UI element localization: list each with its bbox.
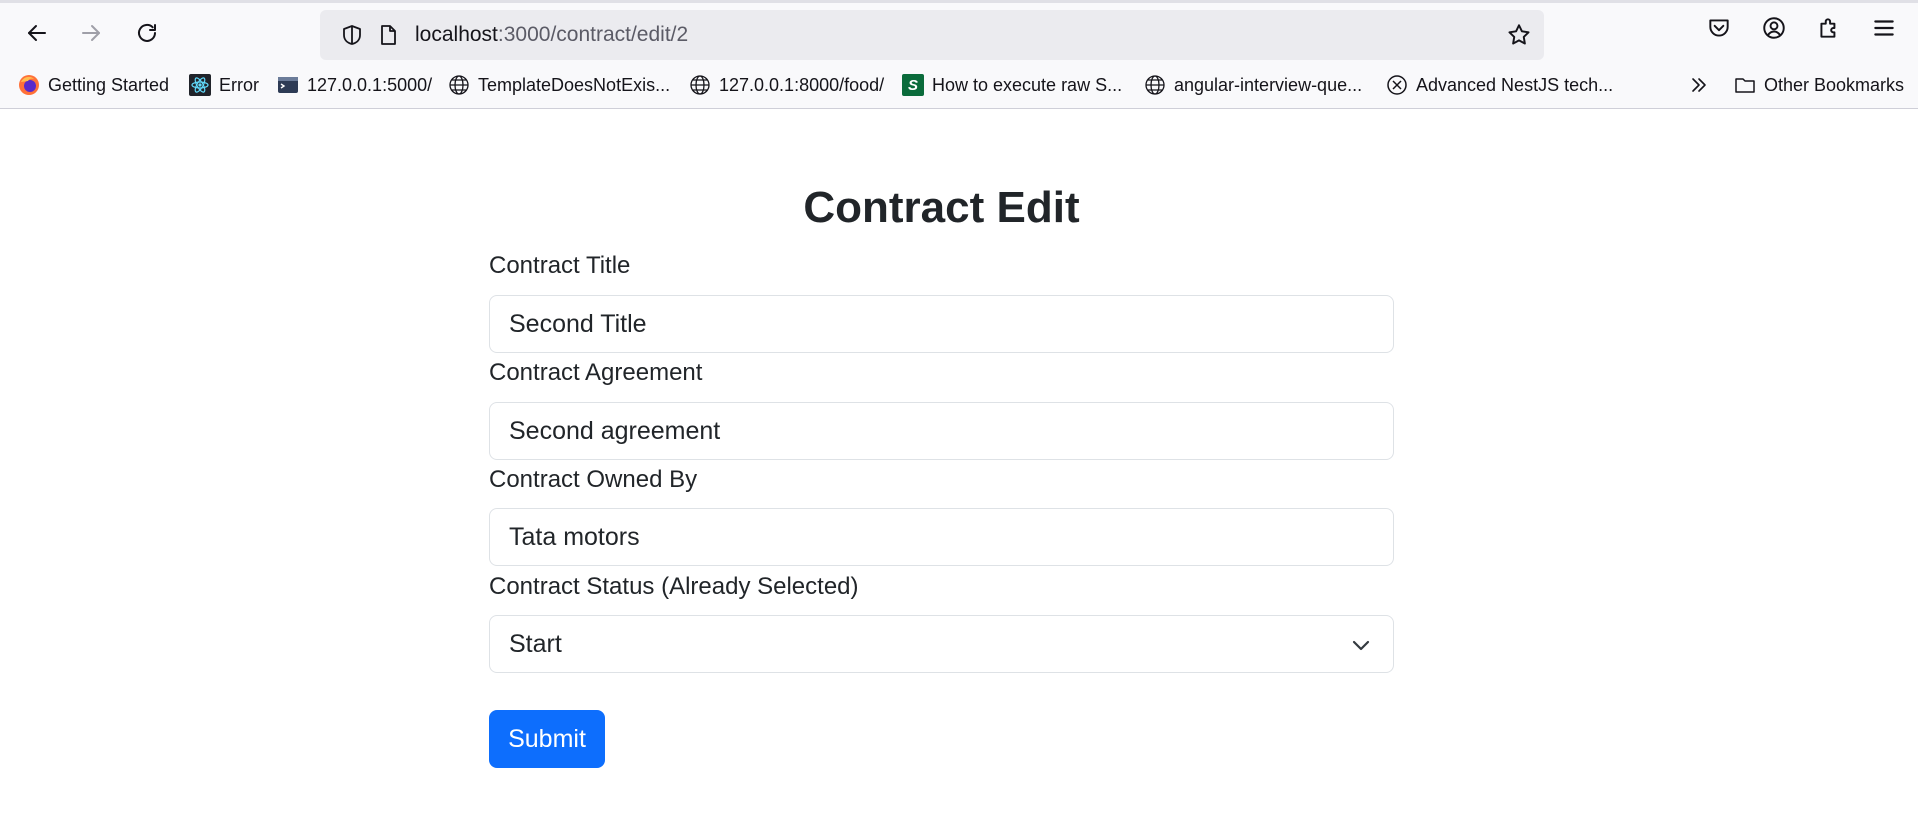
bookmark-label: TemplateDoesNotExis...	[478, 74, 671, 95]
react-icon	[189, 74, 211, 96]
bookmark-label: Getting Started	[48, 74, 170, 95]
arrow-right-icon	[82, 25, 100, 41]
extensions-button[interactable]	[1816, 15, 1842, 46]
page-title: Contract Edit	[803, 183, 1080, 232]
chevron-down-icon	[1352, 640, 1370, 651]
bookmark-label: How to execute raw S...	[932, 74, 1123, 95]
contract-status-label: Contract Status (Already Selected)	[489, 573, 859, 600]
reload-button[interactable]	[127, 13, 167, 53]
bookmark-label: Other Bookmarks	[1764, 74, 1905, 95]
pocket-icon	[1709, 19, 1729, 37]
contract-title-input[interactable]: Second Title	[489, 295, 1394, 353]
shield-icon[interactable]	[340, 23, 364, 47]
submit-button[interactable]: Submit	[489, 710, 605, 768]
star-icon[interactable]	[1506, 22, 1532, 48]
contract-title-label: Contract Title	[489, 252, 631, 279]
bookmark-getting-started[interactable]: Getting Started	[18, 72, 169, 98]
s-icon: S	[902, 74, 924, 96]
x-circle-icon	[1386, 74, 1408, 96]
url-path: :3000/contract/edit/2	[497, 23, 689, 46]
other-bookmarks-folder[interactable]: Other Bookmarks	[1734, 72, 1904, 98]
bookmarks-overflow-button[interactable]	[1688, 72, 1718, 98]
bookmark-raw-sql[interactable]: S How to execute raw S...	[902, 72, 1122, 98]
browser-chrome: localhost:3000/contract/edit/2 Getting S…	[0, 0, 1918, 109]
pocket-button[interactable]	[1706, 15, 1732, 46]
forward-button[interactable]	[71, 13, 111, 53]
bookmark-error[interactable]: Error	[189, 72, 259, 98]
contract-status-value: Start	[509, 629, 562, 658]
navigation-toolbar: localhost:3000/contract/edit/2	[0, 3, 1918, 63]
terminal-icon	[277, 74, 299, 96]
contract-agreement-label: Contract Agreement	[489, 359, 703, 386]
url-text[interactable]: localhost:3000/contract/edit/2	[415, 23, 688, 47]
back-button[interactable]	[17, 13, 57, 53]
hamburger-icon	[1874, 20, 1894, 36]
address-bar[interactable]: localhost:3000/contract/edit/2	[320, 10, 1544, 60]
bookmark-localhost-5000[interactable]: 127.0.0.1:5000/	[277, 72, 432, 98]
bookmark-label: Advanced NestJS tech...	[1416, 74, 1614, 95]
globe-icon	[448, 74, 470, 96]
bookmark-angular-interview[interactable]: angular-interview-que...	[1144, 72, 1362, 98]
arrow-left-icon	[28, 25, 46, 41]
contract-owner-input[interactable]: Tata motors	[489, 508, 1394, 566]
account-icon	[1763, 17, 1785, 39]
bookmarks-toolbar: Getting Started Error 127.0.0.1:5000/ Te…	[0, 63, 1918, 109]
bookmark-localhost-food[interactable]: 127.0.0.1:8000/food/	[689, 72, 884, 98]
url-host: localhost	[415, 23, 498, 46]
globe-icon	[689, 74, 711, 96]
firefox-icon	[18, 74, 40, 96]
reload-icon	[138, 23, 156, 42]
bookmark-label: Error	[219, 74, 259, 95]
contract-title-value: Second Title	[509, 309, 647, 338]
bookmark-label: angular-interview-que...	[1174, 74, 1363, 95]
contract-agreement-input[interactable]: Second agreement	[489, 402, 1394, 460]
contract-agreement-value: Second agreement	[509, 416, 721, 445]
account-button[interactable]	[1761, 15, 1787, 46]
page-icon[interactable]	[376, 23, 400, 47]
bookmark-template-error[interactable]: TemplateDoesNotExis...	[448, 72, 670, 98]
bookmark-label: 127.0.0.1:5000/	[307, 74, 433, 95]
globe-icon	[1144, 74, 1166, 96]
contract-owner-label: Contract Owned By	[489, 466, 698, 493]
contract-status-select[interactable]: Start	[489, 615, 1394, 673]
bookmark-nestjs[interactable]: Advanced NestJS tech...	[1386, 72, 1613, 98]
bookmark-label: 127.0.0.1:8000/food/	[719, 74, 885, 95]
contract-owner-value: Tata motors	[509, 522, 640, 551]
double-chevron-right-icon	[1688, 74, 1710, 96]
page-content: Contract Edit Contract Title Second Titl…	[0, 109, 1918, 822]
folder-icon	[1734, 74, 1756, 96]
menu-button[interactable]	[1871, 15, 1897, 46]
puzzle-icon	[1820, 18, 1836, 38]
